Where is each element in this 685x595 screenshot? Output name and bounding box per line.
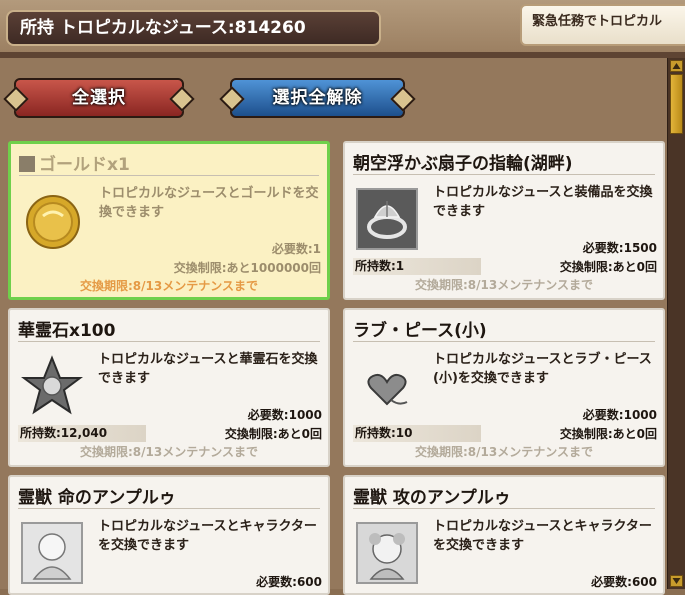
deselect-all-button[interactable]: 選択全解除 bbox=[230, 78, 405, 118]
owned-count: 所持数:12,040 bbox=[18, 425, 146, 442]
required-count: 必要数:600 bbox=[256, 575, 322, 589]
exchange-card-spirit-beast-life[interactable]: 霊獣 命のアンプルゥ トロピカルなジュースとキャラクターを交換できます 必要数:… bbox=[8, 475, 330, 595]
top-bar: 所持 トロピカルなジュース:814260 緊急任務でトロピカル bbox=[0, 0, 685, 52]
card-description: トロピカルなジュースと装備品を交換できます bbox=[433, 185, 653, 219]
exchange-card-love-piece[interactable]: ラブ・ピース(小) トロピカルなジュースとラブ・ピース(小)を交換できます 必要… bbox=[343, 308, 665, 467]
owned-currency-label: 所持 トロピカルなジュース:814260 bbox=[6, 10, 381, 46]
ring-icon bbox=[355, 187, 419, 251]
card-title: 朝空浮かぶ扇子の指輪(湖畔) bbox=[353, 154, 573, 174]
required-count: 必要数:600 bbox=[591, 575, 657, 589]
divider bbox=[19, 175, 319, 176]
divider bbox=[353, 341, 655, 342]
required-count: 必要数:1000 bbox=[582, 408, 657, 422]
divider bbox=[18, 508, 320, 509]
card-description: トロピカルなジュースとキャラクターを交換できます bbox=[433, 519, 652, 553]
card-description: トロピカルなジュースとラブ・ピース(小)を交換できます bbox=[433, 352, 652, 386]
divider bbox=[353, 508, 655, 509]
exchange-limit: 交換制限:あと0回 bbox=[224, 427, 322, 441]
spirit-beast-attack-icon bbox=[355, 521, 419, 585]
required-count: 必要数:1000 bbox=[247, 408, 322, 422]
scroll-up-icon[interactable] bbox=[670, 60, 683, 72]
card-title: ゴールドx1 bbox=[19, 150, 319, 175]
exchange-period: 交換期限:8/13メンテナンスまで bbox=[80, 445, 258, 459]
select-all-button[interactable]: 全選択 bbox=[14, 78, 184, 118]
card-description: トロピカルなジュースと華霊石を交換できます bbox=[98, 352, 318, 386]
card-title: 霊獣 命のアンプルゥ bbox=[18, 488, 176, 508]
exchange-limit: 交換制限:あと0回 bbox=[559, 427, 657, 441]
divider bbox=[353, 174, 655, 175]
card-title: 霊獣 攻のアンプルゥ bbox=[353, 488, 511, 508]
card-title: 華霊石x100 bbox=[18, 321, 116, 341]
gold-coin-icon bbox=[21, 188, 85, 252]
scrollbar[interactable] bbox=[667, 58, 685, 589]
exchange-card-gold[interactable]: ゴールドx1 トロピカルなジュースとゴールドを交換できます 必要数:1 交換制限… bbox=[8, 141, 330, 300]
spirit-crystal-icon bbox=[20, 354, 84, 418]
checkbox-icon[interactable] bbox=[19, 156, 35, 172]
card-description: トロピカルなジュースとキャラクターを交換できます bbox=[98, 519, 317, 553]
scroll-thumb[interactable] bbox=[670, 74, 683, 134]
owned-count: 所持数:1 bbox=[353, 258, 481, 275]
exchange-card-spirit-beast-attack[interactable]: 霊獣 攻のアンプルゥ トロピカルなジュースとキャラクターを交換できます 必要数:… bbox=[343, 475, 665, 595]
exchange-limit: 交換制限:あと1000000回 bbox=[173, 261, 321, 275]
exchange-card-spirit-crystal[interactable]: 華霊石x100 トロピカルなジュースと華霊石を交換できます 必要数:1000 所… bbox=[8, 308, 330, 467]
exchange-period: 交換期限:8/13メンテナンスまで bbox=[415, 445, 593, 459]
heart-piece-icon bbox=[355, 354, 419, 418]
card-title: ラブ・ピース(小) bbox=[353, 321, 487, 341]
exchange-card-ring[interactable]: 朝空浮かぶ扇子の指輪(湖畔) トロピカルなジュースと装備品を交換できます 必要数… bbox=[343, 141, 665, 300]
owned-count: 所持数:10 bbox=[353, 425, 481, 442]
spirit-beast-life-icon bbox=[20, 521, 84, 585]
exchange-limit: 交換制限:あと0回 bbox=[559, 260, 657, 274]
card-description: トロピカルなジュースとゴールドを交換できます bbox=[99, 186, 319, 220]
exchange-period: 交換期限:8/13メンテナンスまで bbox=[415, 278, 593, 292]
mission-banner[interactable]: 緊急任務でトロピカル bbox=[520, 4, 685, 46]
scroll-down-icon[interactable] bbox=[670, 575, 683, 587]
required-count: 必要数:1 bbox=[271, 242, 321, 256]
exchange-period: 交換期限:8/13メンテナンスまで bbox=[80, 279, 258, 293]
required-count: 必要数:1500 bbox=[582, 241, 657, 255]
divider bbox=[18, 341, 320, 342]
